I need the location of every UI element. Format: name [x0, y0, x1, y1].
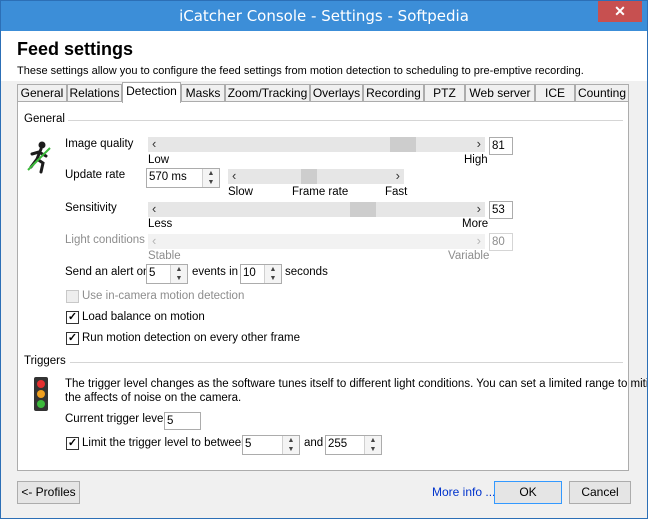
- tab-masks[interactable]: Masks: [181, 84, 225, 101]
- slider-right-arrow-icon[interactable]: ›: [396, 169, 400, 183]
- limit-to-value: 255: [328, 438, 348, 450]
- every-other-frame-label[interactable]: Run motion detection on every other fram…: [82, 332, 300, 344]
- limit-trigger-checkbox[interactable]: ✓: [66, 437, 79, 450]
- in-camera-checkbox: [66, 290, 79, 303]
- alert-events-label: events in: [192, 266, 239, 278]
- image-quality-low-label: Low: [148, 154, 170, 166]
- alert-seconds-label: seconds: [285, 266, 328, 278]
- alert-seconds-stepper[interactable]: 10 ▲ ▼: [240, 264, 282, 284]
- general-section-label: General: [24, 113, 65, 125]
- page-title: Feed settings: [17, 39, 134, 59]
- traffic-light-icon: [34, 377, 48, 411]
- stepper-buttons: ▲ ▼: [364, 436, 381, 454]
- tab-zoom-tracking[interactable]: Zoom/Tracking: [225, 84, 310, 101]
- light-conditions-slider: ‹ ›: [148, 234, 485, 249]
- alert-seconds-value: 10: [243, 267, 256, 279]
- every-other-frame-checkbox[interactable]: ✓: [66, 332, 79, 345]
- image-quality-value[interactable]: 81: [489, 137, 513, 155]
- limit-and-label: and: [304, 437, 324, 449]
- image-quality-label: Image quality: [65, 138, 134, 150]
- update-rate-stepper[interactable]: 570 ms ▲ ▼: [146, 168, 220, 188]
- tab-ice[interactable]: ICE: [535, 84, 575, 101]
- slider-left-arrow-icon: ‹: [152, 233, 157, 248]
- triggers-description-line1: The trigger level changes as the softwar…: [65, 378, 648, 390]
- stepper-down-icon[interactable]: ▼: [171, 274, 187, 283]
- tab-ptz[interactable]: PTZ: [424, 84, 465, 101]
- tab-web-server[interactable]: Web server: [465, 84, 535, 101]
- tab-general[interactable]: General: [17, 84, 67, 101]
- load-balance-checkbox[interactable]: ✓: [66, 311, 79, 324]
- general-divider: [68, 120, 623, 121]
- stepper-down-icon[interactable]: ▼: [283, 445, 299, 454]
- alert-events-stepper[interactable]: 5 ▲ ▼: [146, 264, 188, 284]
- page-description: These settings allow you to configure th…: [17, 65, 584, 77]
- stepper-buttons: ▲ ▼: [264, 265, 281, 283]
- image-quality-high-label: High: [464, 154, 488, 166]
- stepper-down-icon[interactable]: ▼: [203, 178, 219, 187]
- ok-button[interactable]: OK: [494, 481, 562, 504]
- profiles-button[interactable]: <- Profiles: [17, 481, 80, 504]
- header-area: Feed settings These settings allow you t…: [1, 31, 647, 81]
- detection-panel: General Image quality ‹ › 81 Low High Up…: [17, 101, 647, 471]
- triggers-divider: [70, 362, 623, 363]
- update-rate-label: Update rate: [65, 169, 126, 181]
- stepper-buttons: ▲ ▼: [202, 169, 219, 187]
- settings-window: iCatcher Console - Settings - Softpedia …: [0, 0, 648, 519]
- alert-prefix-label: Send an alert on: [65, 266, 150, 278]
- sensitivity-label: Sensitivity: [65, 202, 117, 214]
- tab-detection[interactable]: Detection: [122, 82, 181, 103]
- slider-left-arrow-icon[interactable]: ‹: [152, 137, 156, 151]
- tab-overlays[interactable]: Overlays: [310, 84, 363, 101]
- sensitivity-value[interactable]: 53: [489, 201, 513, 219]
- light-conditions-value: 80: [489, 233, 513, 251]
- light-conditions-label: Light conditions: [65, 234, 145, 246]
- sensitivity-thumb[interactable]: [350, 202, 377, 217]
- sensitivity-more-label: More: [462, 218, 489, 230]
- light-conditions-variable-label: Variable: [448, 250, 490, 262]
- close-button[interactable]: ✕: [598, 1, 642, 22]
- update-rate-slider[interactable]: ‹ ›: [228, 169, 404, 184]
- window-title: iCatcher Console - Settings - Softpedia: [179, 7, 469, 25]
- title-bar[interactable]: iCatcher Console - Settings - Softpedia …: [1, 1, 647, 31]
- stepper-down-icon[interactable]: ▼: [365, 445, 381, 454]
- stepper-down-icon[interactable]: ▼: [265, 274, 281, 283]
- update-rate-value: 570 ms: [149, 171, 187, 183]
- sensitivity-less-label: Less: [148, 218, 173, 230]
- triggers-description-line2: the affects of noise on the camera.: [65, 392, 242, 404]
- slider-left-arrow-icon[interactable]: ‹: [152, 202, 156, 216]
- motion-detection-icon: [27, 141, 51, 174]
- limit-from-value: 5: [245, 438, 252, 450]
- stepper-buttons: ▲ ▼: [282, 436, 299, 454]
- tab-recording[interactable]: Recording: [363, 84, 424, 101]
- triggers-section-label: Triggers: [24, 355, 66, 367]
- current-trigger-label: Current trigger level: [65, 413, 166, 425]
- slider-right-arrow-icon[interactable]: ›: [477, 202, 481, 216]
- slider-right-arrow-icon[interactable]: ›: [477, 137, 481, 151]
- more-info-link[interactable]: More info ...: [432, 485, 495, 499]
- update-rate-thumb[interactable]: [300, 169, 317, 184]
- current-trigger-value: 5: [164, 412, 201, 430]
- update-rate-fast-label: Fast: [385, 186, 408, 198]
- limit-from-stepper[interactable]: 5 ▲ ▼: [242, 435, 300, 455]
- limit-to-stepper[interactable]: 255 ▲ ▼: [325, 435, 382, 455]
- slider-right-arrow-icon: ›: [476, 233, 481, 248]
- stepper-buttons: ▲ ▼: [170, 265, 187, 283]
- update-rate-slow-label: Slow: [228, 186, 253, 198]
- load-balance-label[interactable]: Load balance on motion: [82, 311, 205, 323]
- in-camera-label: Use in-camera motion detection: [82, 290, 245, 302]
- update-rate-mid-label: Frame rate: [292, 186, 349, 198]
- light-conditions-stable-label: Stable: [148, 250, 181, 262]
- sensitivity-slider[interactable]: ‹ ›: [148, 202, 485, 217]
- limit-trigger-label[interactable]: Limit the trigger level to between: [82, 437, 248, 449]
- image-quality-slider[interactable]: ‹ ›: [148, 137, 485, 152]
- tab-counting[interactable]: Counting: [575, 84, 629, 101]
- tab-relations[interactable]: Relations: [67, 84, 122, 101]
- alert-events-value: 5: [149, 267, 156, 279]
- cancel-button[interactable]: Cancel: [569, 481, 631, 504]
- slider-left-arrow-icon[interactable]: ‹: [232, 169, 236, 183]
- image-quality-thumb[interactable]: [389, 137, 416, 152]
